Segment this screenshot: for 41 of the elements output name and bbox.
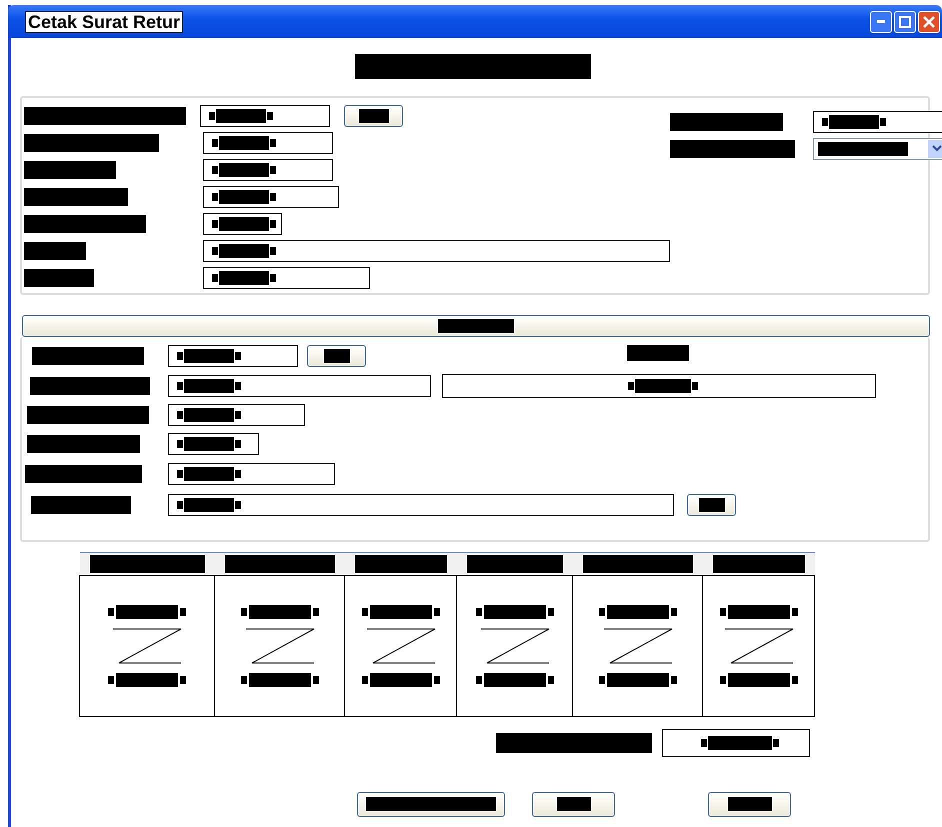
input-field[interactable] xyxy=(168,463,335,485)
input-field[interactable] xyxy=(168,345,298,367)
button[interactable] xyxy=(687,494,736,516)
close-button[interactable] xyxy=(918,10,940,32)
input-field[interactable] xyxy=(168,404,305,426)
input-field[interactable] xyxy=(662,729,810,757)
redaction-bar xyxy=(24,268,94,286)
input-field[interactable] xyxy=(203,266,370,288)
maximize-button[interactable] xyxy=(894,10,916,32)
input-field[interactable] xyxy=(442,374,876,398)
redaction-bar xyxy=(24,242,86,260)
button[interactable] xyxy=(357,792,505,816)
dropdown[interactable] xyxy=(813,138,942,160)
z-drawing xyxy=(364,627,436,665)
maximize-icon xyxy=(899,16,911,28)
close-icon xyxy=(923,16,935,28)
z-drawing xyxy=(111,627,183,665)
input-field[interactable] xyxy=(200,104,330,126)
chevron-down-icon xyxy=(928,140,942,158)
input-field[interactable] xyxy=(203,240,670,262)
window-title: Cetak Surat Retur xyxy=(25,10,184,32)
button[interactable] xyxy=(532,792,615,816)
button[interactable] xyxy=(307,345,366,367)
section-header[interactable] xyxy=(22,315,930,337)
button[interactable] xyxy=(344,104,403,126)
z-drawing xyxy=(602,627,674,665)
button[interactable] xyxy=(708,792,791,816)
input-field[interactable] xyxy=(168,375,431,397)
input-field[interactable] xyxy=(203,212,282,234)
input-field[interactable] xyxy=(203,132,333,154)
minimize-button[interactable] xyxy=(870,10,892,32)
input-field[interactable] xyxy=(203,186,339,208)
input-field[interactable] xyxy=(813,110,942,132)
z-drawing xyxy=(244,627,316,665)
input-field[interactable] xyxy=(168,433,259,455)
redaction-bar xyxy=(627,345,689,361)
input-field[interactable] xyxy=(203,158,333,180)
input-field[interactable] xyxy=(168,494,674,516)
z-drawing xyxy=(478,627,550,665)
minimize-icon xyxy=(877,20,885,23)
z-drawing xyxy=(722,627,794,665)
